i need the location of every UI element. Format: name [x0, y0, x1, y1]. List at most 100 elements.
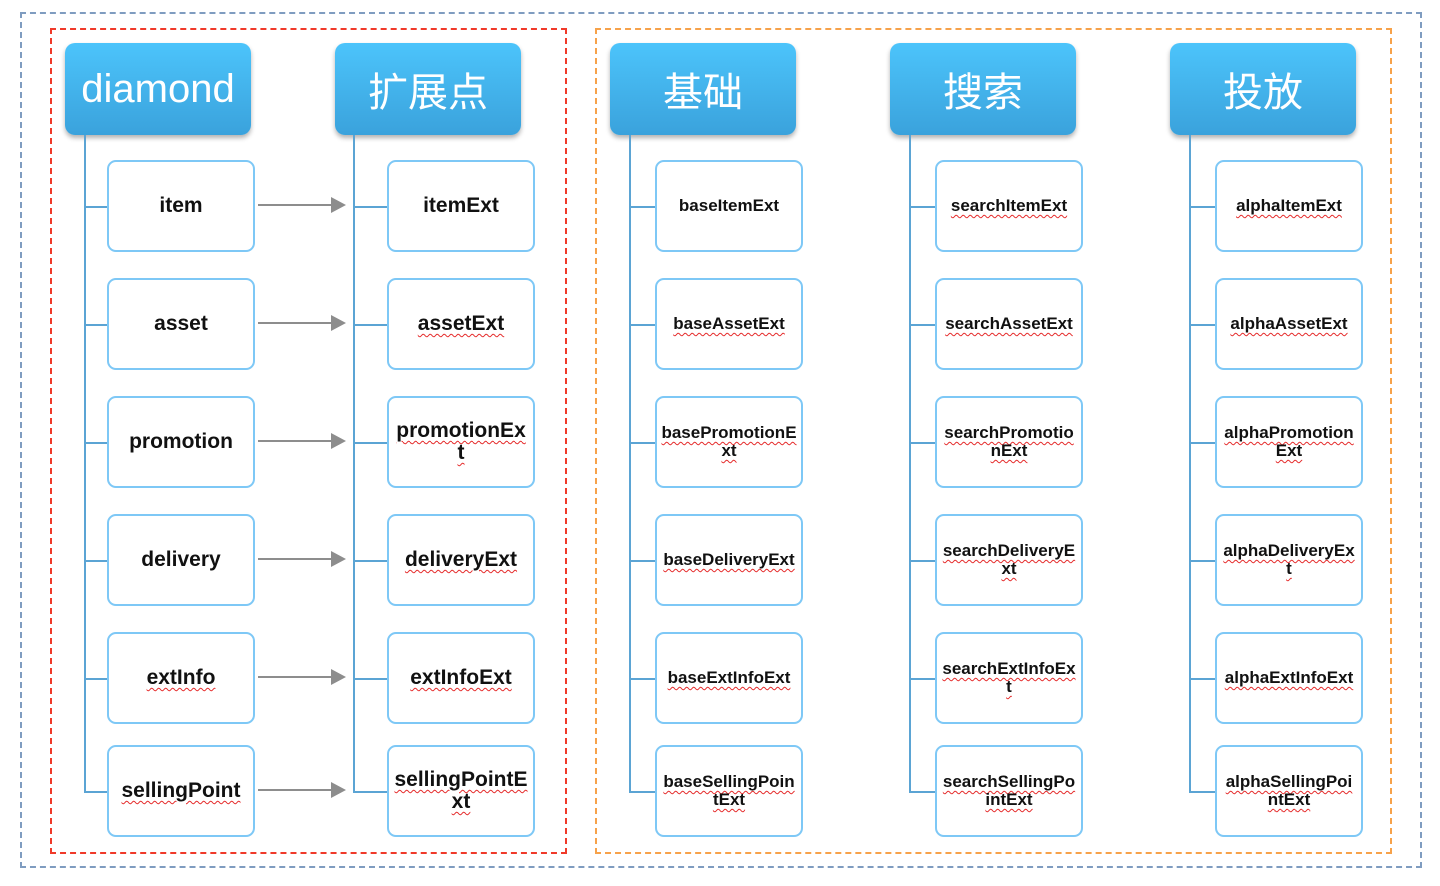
arrow-icon	[258, 669, 346, 685]
node-label: asset	[154, 311, 208, 335]
node-box: deliveryExt	[387, 514, 535, 606]
tree-branch	[629, 791, 655, 793]
node-box: alphaSellingPointExt	[1215, 745, 1363, 837]
node-box: item	[107, 160, 255, 252]
node-label: item	[159, 193, 203, 217]
node-label: searchSellingPointExt	[942, 772, 1076, 809]
node-label: baseExtInfoExt	[667, 668, 791, 688]
node-label: alphaAssetExt	[1230, 314, 1348, 334]
column-header: diamond	[65, 43, 251, 135]
tree-branch	[909, 791, 935, 793]
node-label: promotionExt	[396, 418, 526, 464]
node-label: sellingPointExt	[394, 767, 528, 813]
arrow-icon	[258, 197, 346, 213]
node-box: baseExtInfoExt	[655, 632, 803, 724]
tree-branch	[629, 324, 655, 326]
node-box: alphaPromotionExt	[1215, 396, 1363, 488]
node-label: searchDeliveryExt	[942, 541, 1076, 578]
tree-line	[84, 135, 86, 792]
tree-branch	[353, 678, 387, 680]
tree-branch	[84, 791, 107, 793]
tree-branch	[629, 206, 655, 208]
tree-branch	[353, 791, 387, 793]
node-label: baseDeliveryExt	[663, 550, 795, 570]
node-label: sellingPoint	[121, 778, 241, 802]
node-label: searchItemExt	[950, 196, 1068, 216]
tree-branch	[1189, 206, 1215, 208]
node-label: extInfo	[146, 665, 216, 689]
tree-branch	[1189, 560, 1215, 562]
tree-branch	[629, 560, 655, 562]
column-header: 扩展点	[335, 43, 521, 135]
node-box: searchSellingPointExt	[935, 745, 1083, 837]
tree-line	[353, 135, 355, 792]
node-box: assetExt	[387, 278, 535, 370]
node-box: basePromotionExt	[655, 396, 803, 488]
node-box: baseItemExt	[655, 160, 803, 252]
node-box: asset	[107, 278, 255, 370]
column-header: 投放	[1170, 43, 1356, 135]
tree-line	[1189, 135, 1191, 792]
tree-branch	[84, 560, 107, 562]
node-box: delivery	[107, 514, 255, 606]
node-box: promotion	[107, 396, 255, 488]
tree-branch	[1189, 791, 1215, 793]
node-box: promotionExt	[387, 396, 535, 488]
node-label: extInfoExt	[410, 665, 512, 689]
node-box: searchItemExt	[935, 160, 1083, 252]
node-label: searchPromotionExt	[944, 423, 1074, 460]
node-label: searchAssetExt	[945, 314, 1073, 334]
node-label: baseAssetExt	[673, 314, 785, 334]
tree-branch	[909, 678, 935, 680]
node-box: searchDeliveryExt	[935, 514, 1083, 606]
tree-branch	[353, 560, 387, 562]
node-box: alphaDeliveryExt	[1215, 514, 1363, 606]
node-box: extInfo	[107, 632, 255, 724]
tree-line	[629, 135, 631, 792]
node-box: baseAssetExt	[655, 278, 803, 370]
tree-branch	[909, 442, 935, 444]
node-box: baseDeliveryExt	[655, 514, 803, 606]
node-label: itemExt	[423, 193, 499, 217]
node-box: searchPromotionExt	[935, 396, 1083, 488]
node-box: baseSellingPointExt	[655, 745, 803, 837]
tree-branch	[1189, 442, 1215, 444]
tree-branch	[1189, 324, 1215, 326]
node-box: alphaExtInfoExt	[1215, 632, 1363, 724]
node-box: searchExtInfoExt	[935, 632, 1083, 724]
column-header: 基础	[610, 43, 796, 135]
node-label: baseItemExt	[678, 196, 780, 216]
node-label: alphaItemExt	[1236, 196, 1342, 216]
tree-branch	[353, 442, 387, 444]
tree-line	[909, 135, 911, 792]
column-header: 搜索	[890, 43, 1076, 135]
node-label: baseSellingPointExt	[663, 772, 795, 809]
node-box: extInfoExt	[387, 632, 535, 724]
node-label: searchExtInfoExt	[942, 659, 1076, 696]
node-box: sellingPointExt	[387, 745, 535, 837]
node-label: basePromotionExt	[661, 423, 797, 460]
node-label: promotion	[129, 429, 233, 453]
tree-branch	[84, 206, 107, 208]
tree-branch	[84, 324, 107, 326]
node-box: searchAssetExt	[935, 278, 1083, 370]
tree-branch	[353, 324, 387, 326]
arrow-icon	[258, 782, 346, 798]
arrow-icon	[258, 315, 346, 331]
node-label: deliveryExt	[404, 547, 518, 571]
node-label: alphaExtInfoExt	[1224, 668, 1354, 688]
node-box: alphaAssetExt	[1215, 278, 1363, 370]
tree-branch	[84, 442, 107, 444]
tree-branch	[629, 442, 655, 444]
arrow-icon	[258, 551, 346, 567]
tree-branch	[909, 324, 935, 326]
tree-branch	[1189, 678, 1215, 680]
node-label: alphaSellingPointExt	[1225, 772, 1353, 809]
node-label: delivery	[141, 547, 221, 571]
arrow-icon	[258, 433, 346, 449]
node-box: itemExt	[387, 160, 535, 252]
tree-branch	[909, 560, 935, 562]
tree-branch	[353, 206, 387, 208]
tree-branch	[84, 678, 107, 680]
tree-branch	[909, 206, 935, 208]
